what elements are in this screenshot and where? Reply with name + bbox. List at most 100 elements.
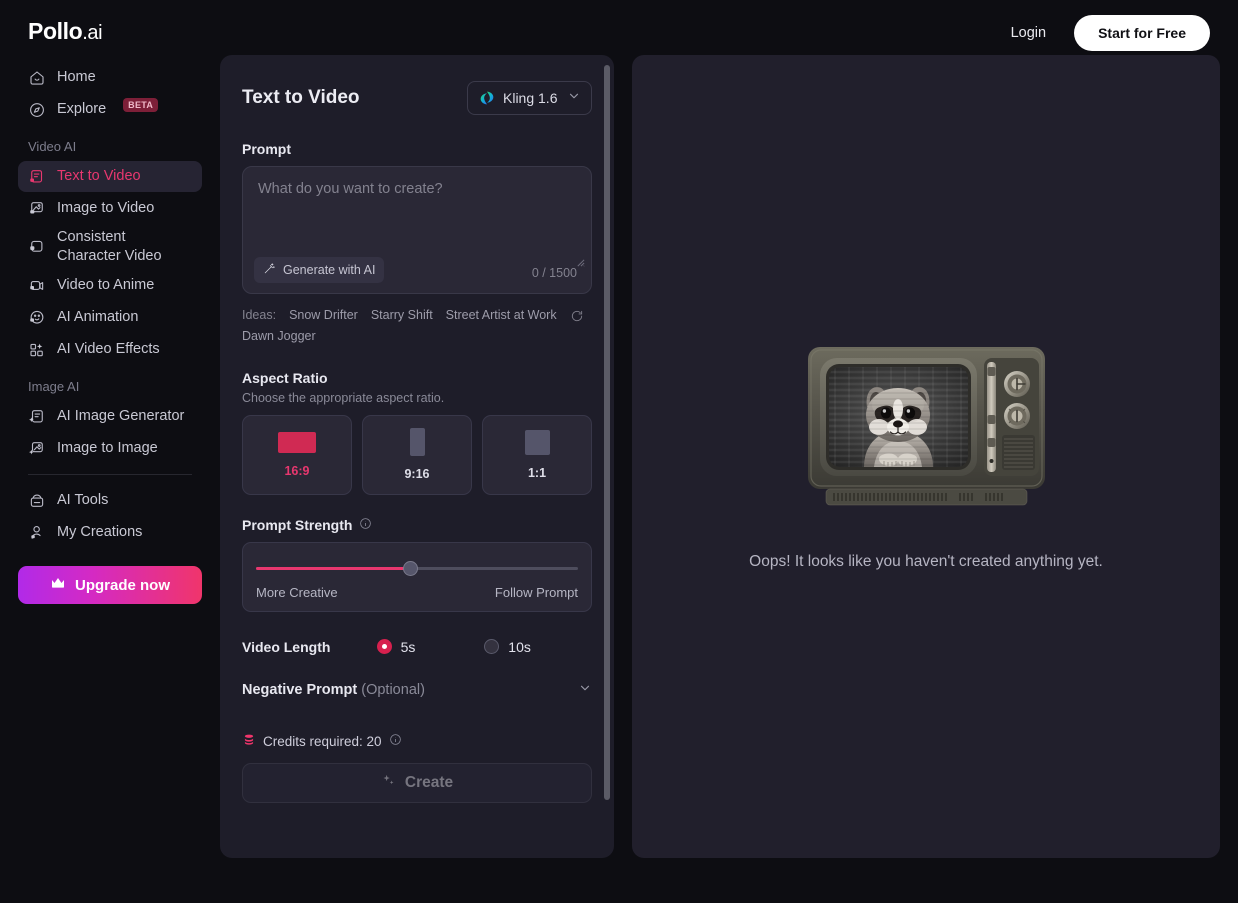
sidebar-item-my-creations[interactable]: My Creations — [18, 517, 202, 548]
sidebar-item-image-to-video[interactable]: Image to Video — [18, 193, 202, 224]
aspect-ratio-option-label: 16:9 — [284, 463, 310, 478]
login-link[interactable]: Login — [1005, 21, 1052, 45]
sidebar-item-ai-tools[interactable]: AI Tools — [18, 485, 202, 516]
info-icon[interactable] — [389, 733, 402, 749]
sidebar-item-ai-animation[interactable]: AI Animation — [18, 302, 202, 333]
aspect-ratio-label-text: Aspect Ratio — [242, 369, 328, 386]
aspect-preview-shape — [409, 428, 425, 456]
info-icon[interactable] — [359, 517, 372, 533]
sidebar-item-explore[interactable]: Explore BETA — [18, 94, 202, 125]
aspect-ratio-option-label: 1:1 — [527, 465, 547, 480]
text-to-video-icon — [28, 168, 46, 186]
sidebar-item-label: AI Tools — [57, 491, 109, 508]
preview-panel: Oops! It looks like you haven't created … — [632, 55, 1220, 858]
aspect-ratio-option-label: 9:16 — [404, 467, 430, 481]
sidebar-item-text-to-video[interactable]: Text to Video — [18, 161, 202, 192]
my-creations-icon — [28, 524, 46, 542]
credits-required-row: Credits required: 20 — [242, 733, 592, 750]
ai-image-generator-icon — [28, 408, 46, 426]
aspect-ratio-description: Choose the appropriate aspect ratio. — [242, 390, 445, 405]
resize-handle[interactable] — [576, 254, 585, 267]
aspect-preview-shape — [524, 429, 550, 455]
logo-suffix-text: .ai — [82, 22, 103, 44]
chevron-down-icon[interactable] — [578, 681, 592, 700]
aspect-ratio-option-9-16[interactable]: 9:16 — [362, 414, 472, 495]
slider-max-label: Follow Prompt — [494, 584, 578, 600]
video-length-label: Video Length — [242, 638, 331, 655]
create-button-label: Create — [404, 773, 454, 791]
idea-chip-dawn-jogger[interactable]: Dawn Jogger — [242, 326, 316, 347]
video-length-control: Video Length 5s 10s — [242, 639, 592, 655]
image-to-image-icon — [28, 440, 46, 458]
idea-chip-snow-drifter[interactable]: Snow Drifter — [289, 305, 358, 326]
aspect-ratio-option-16-9[interactable]: 16:9 — [242, 414, 352, 495]
negative-prompt-label: Negative Prompt — [242, 682, 358, 698]
ideas-label: Ideas: — [242, 308, 277, 322]
aspect-ratio-options: 16:9 9:16 1:1 — [242, 414, 592, 495]
sidebar-item-label: AI Image Generator — [57, 407, 185, 424]
video-to-anime-icon — [28, 277, 46, 295]
prompt-section-label: Prompt — [242, 141, 592, 157]
negative-prompt-accordion[interactable]: Negative Prompt (Optional) — [242, 681, 592, 700]
prompt-label-text: Prompt — [242, 141, 291, 157]
sidebar-item-label: AI Animation — [57, 308, 139, 325]
sidebar-group-image-ai: Image AI — [28, 379, 80, 394]
image-to-video-icon — [28, 200, 46, 218]
sidebar-item-label: Text to Video — [57, 167, 141, 184]
prompt-input[interactable]: What do you want to create? — [258, 181, 576, 197]
sidebar-item-video-to-anime[interactable]: Video to Anime — [18, 270, 202, 301]
chevron-down-icon — [567, 89, 581, 108]
sidebar-divider — [28, 474, 192, 475]
create-button[interactable]: Create — [242, 762, 592, 803]
prompt-input-container[interactable]: What do you want to create? Generate wit… — [242, 166, 592, 294]
model-selector-dropdown[interactable]: Kling 1.6 — [467, 81, 592, 115]
credits-coins-icon — [242, 733, 256, 750]
app-logo[interactable]: Pollo.ai — [28, 18, 103, 45]
form-scroll-content: Text to Video Kling 1.6 Prompt What do y… — [220, 55, 614, 858]
sidebar-group-video-ai: Video AI — [28, 139, 77, 154]
idea-chip-street-artist-at-work[interactable]: Street Artist at Work — [446, 305, 557, 326]
sidebar-item-consistent-character-video[interactable]: Consistent Character Video — [18, 225, 202, 269]
upgrade-label: Upgrade now — [74, 576, 170, 594]
generate-with-ai-button[interactable]: Generate with AI — [254, 257, 385, 283]
sidebar-item-label: Explore — [57, 100, 107, 117]
crown-icon — [50, 575, 66, 595]
sidebar-item-ai-image-generator[interactable]: AI Image Generator — [18, 401, 202, 432]
text-to-video-form-panel: Text to Video Kling 1.6 Prompt What do y… — [220, 55, 614, 858]
prompt-strength-section-label: Prompt Strength — [242, 517, 592, 533]
scrollbar-thumb[interactable] — [604, 65, 610, 800]
panel-header: Text to Video Kling 1.6 — [242, 81, 592, 115]
header-actions: Login Start for Free — [1005, 15, 1210, 51]
slider-thumb[interactable] — [402, 560, 418, 576]
sidebar-item-label: Consistent Character Video — [57, 229, 162, 264]
video-length-option-10s[interactable]: 10s — [484, 639, 592, 655]
video-length-option-5s[interactable]: 5s — [376, 638, 485, 655]
logo-main-text: Pollo — [28, 18, 83, 44]
sidebar-item-ai-video-effects[interactable]: AI Video Effects — [18, 334, 202, 365]
prompt-ideas-row: Ideas: Snow Drifter Starry Shift Street … — [242, 305, 592, 348]
refresh-ideas-icon[interactable] — [570, 309, 584, 323]
aspect-ratio-option-1-1[interactable]: 1:1 — [482, 414, 592, 495]
negative-prompt-optional-label: (Optional) — [357, 682, 425, 698]
compass-icon — [28, 101, 46, 119]
beta-badge: BETA — [123, 97, 159, 112]
ai-video-effects-icon — [28, 341, 46, 359]
sidebar-item-label: AI Video Effects — [57, 340, 160, 357]
sidebar-item-label: My Creations — [57, 523, 143, 540]
sidebar-item-label: Home — [57, 68, 96, 85]
sidebar-item-image-to-image[interactable]: Image to Image — [18, 433, 202, 464]
upgrade-now-button[interactable]: Upgrade now — [18, 566, 202, 604]
video-length-option-label: 5s — [400, 638, 416, 655]
ai-animation-icon — [28, 309, 46, 327]
top-header: Pollo.ai Login Start for Free — [0, 0, 1238, 54]
idea-chip-starry-shift[interactable]: Starry Shift — [371, 305, 433, 326]
sidebar-item-home[interactable]: Home — [18, 62, 202, 93]
page-title: Text to Video — [242, 87, 360, 108]
character-counter: 0 / 1500 — [531, 266, 577, 280]
sidebar-item-label: Image to Image — [57, 439, 158, 456]
prompt-strength-slider[interactable] — [256, 560, 578, 576]
slider-fill — [256, 566, 411, 570]
aspect-ratio-section-label: Aspect Ratio — [242, 370, 592, 386]
sidebar-item-label: Video to Anime — [57, 276, 155, 293]
start-for-free-button[interactable]: Start for Free — [1074, 15, 1210, 51]
